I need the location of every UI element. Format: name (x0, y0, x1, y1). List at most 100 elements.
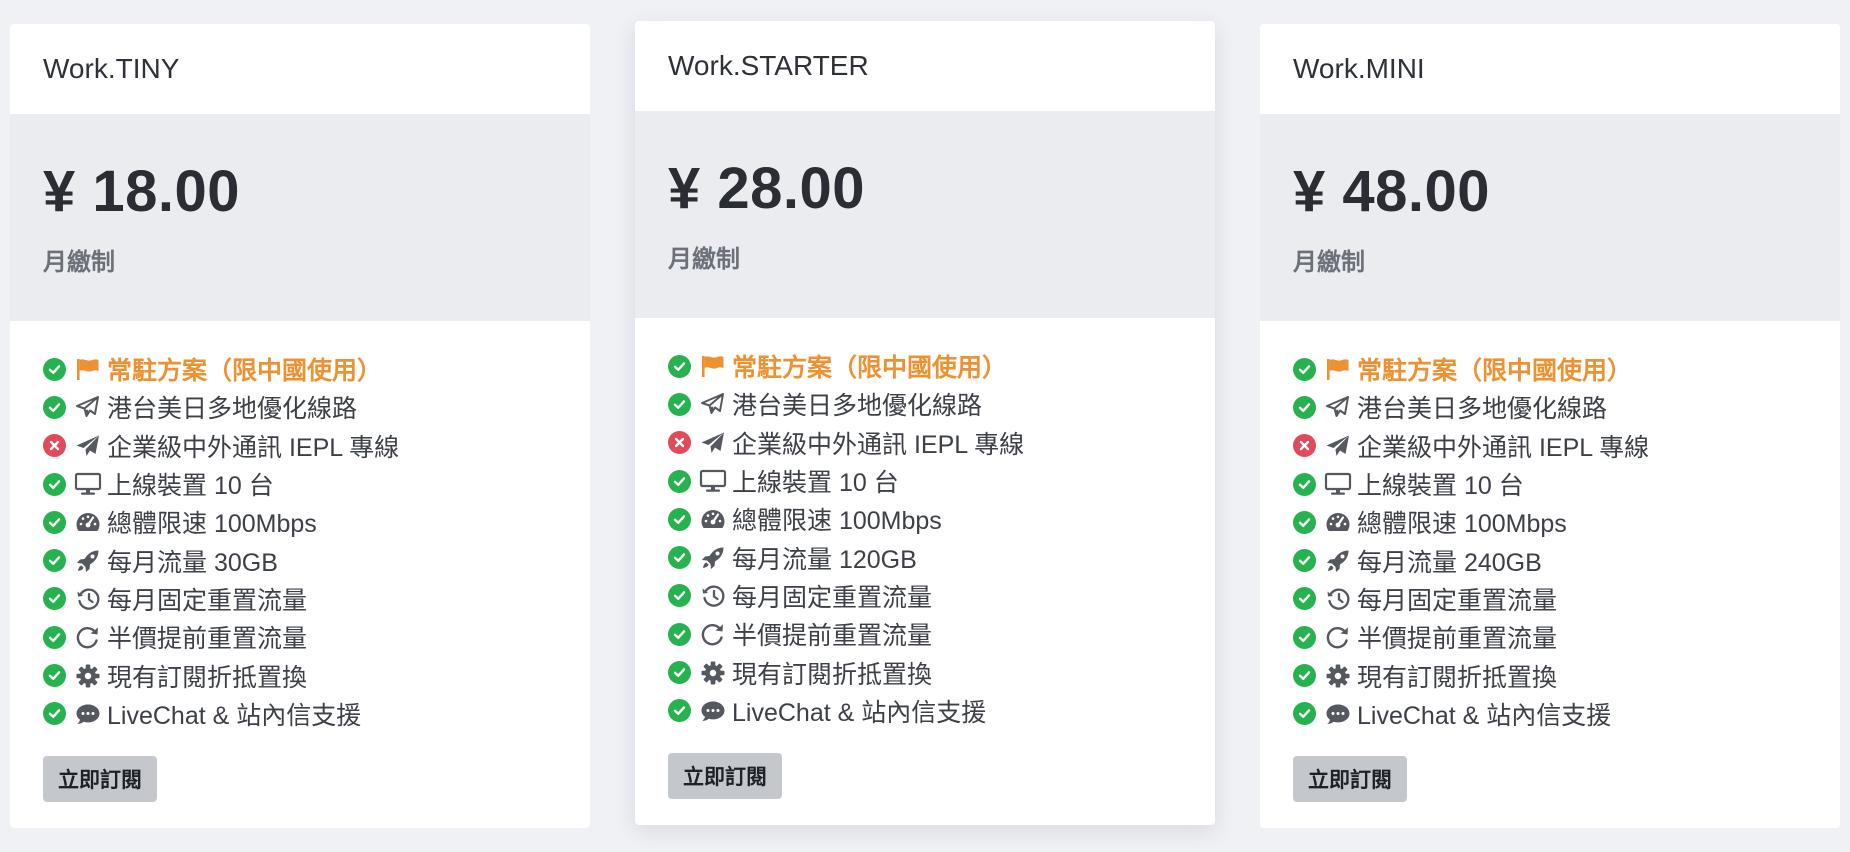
check-circle-icon (1293, 357, 1316, 381)
check-circle-icon (1293, 664, 1316, 688)
feature-item: 企業級中外通訊 IEPL 專線 (43, 427, 590, 465)
check-circle-icon (668, 622, 691, 646)
billing-period: 月繳制 (668, 246, 740, 273)
feature-item: 總體限速 100Mbps (43, 503, 590, 541)
rocket-icon (74, 547, 102, 575)
check-circle-icon (1293, 472, 1316, 496)
chat-icon (699, 697, 727, 725)
subscribe-button[interactable]: 立即訂閱 (1293, 756, 1407, 802)
chat-icon (1324, 700, 1352, 728)
billing-period: 月繳制 (1293, 249, 1365, 276)
price-band: ¥ 28.00 月繳制 (635, 111, 1215, 318)
check-circle-icon (43, 357, 66, 381)
feature-label: 總體限速 100Mbps (1357, 510, 1567, 539)
redo-icon (699, 620, 727, 648)
price-band: ¥ 48.00 月繳制 (1260, 114, 1840, 321)
feature-item: 每月固定重置流量 (668, 577, 1215, 615)
feature-label: 企業級中外通訊 IEPL 專線 (107, 433, 400, 462)
feature-item: 現有訂閱折抵置換 (43, 656, 590, 694)
check-circle-icon (43, 510, 66, 534)
plan-name: Work.TINY (10, 24, 590, 114)
rocket-icon (699, 544, 727, 572)
feature-item: 常駐方案（限中國使用） (43, 350, 590, 388)
feature-label: 現有訂閱折抵置換 (107, 663, 308, 692)
feature-label: 總體限速 100Mbps (107, 510, 317, 539)
redo-icon (1324, 623, 1352, 651)
subscribe-button[interactable]: 立即訂閱 (668, 753, 782, 799)
feature-label: 企業級中外通訊 IEPL 專線 (1357, 433, 1650, 462)
redo-icon (74, 623, 102, 651)
feature-item: 港台美日多地優化線路 (668, 385, 1215, 423)
check-circle-icon (1293, 625, 1316, 649)
gear-icon (1324, 662, 1352, 690)
x-circle-icon (43, 434, 66, 458)
feature-label: 每月流量 240GB (1357, 548, 1542, 577)
feature-label: LiveChat & 站內信支援 (1357, 701, 1612, 730)
feature-label: 上線裝置 10 台 (107, 472, 274, 501)
feature-label: 每月流量 120GB (732, 545, 917, 574)
feature-item: 總體限速 100Mbps (1293, 503, 1840, 541)
flag-icon (74, 355, 102, 383)
check-circle-icon (668, 469, 691, 493)
check-circle-icon (43, 549, 66, 573)
feature-label: 每月固定重置流量 (1357, 586, 1558, 615)
feature-item: 港台美日多地優化線路 (1293, 388, 1840, 426)
feature-item: 企業級中外通訊 IEPL 專線 (668, 424, 1215, 462)
feature-item: 半價提前重置流量 (43, 618, 590, 656)
feature-item: 港台美日多地優化線路 (43, 388, 590, 426)
speedometer-icon (74, 508, 102, 536)
feature-label: 半價提前重置流量 (1357, 625, 1558, 654)
paper-plane-icon (74, 432, 102, 460)
feature-item: 上線裝置 10 台 (668, 462, 1215, 500)
monitor-icon (74, 470, 102, 498)
feature-item: 現有訂閱折抵置換 (668, 653, 1215, 691)
x-circle-icon (668, 431, 691, 455)
paper-plane-outline-icon (1324, 393, 1352, 421)
feature-label: LiveChat & 站內信支援 (107, 701, 362, 730)
gear-icon (74, 662, 102, 690)
paper-plane-icon (1324, 432, 1352, 460)
check-circle-icon (1293, 510, 1316, 534)
plan-price: ¥ 48.00 (1293, 159, 1491, 224)
check-circle-icon (668, 392, 691, 416)
check-circle-icon (43, 395, 66, 419)
price-band: ¥ 18.00 月繳制 (10, 114, 590, 321)
rocket-icon (1324, 547, 1352, 575)
check-circle-icon (1293, 702, 1316, 726)
feature-list: 常駐方案（限中國使用） 港台美日多地優化線路企業級中外通訊 IEPL 專線 上線裝置… (10, 321, 590, 733)
plan-card-starter: Work.STARTER ¥ 28.00 月繳制 常駐方案（限中國使用） 港台美日… (635, 21, 1215, 825)
check-circle-icon (668, 584, 691, 608)
feature-label: 港台美日多地優化線路 (107, 395, 358, 424)
flag-icon (699, 352, 727, 380)
feature-label: 企業級中外通訊 IEPL 專線 (732, 430, 1025, 459)
feature-item: 每月流量 30GB (43, 541, 590, 579)
check-circle-icon (1293, 395, 1316, 419)
plan-card-mini: Work.MINI ¥ 48.00 月繳制 常駐方案（限中國使用） 港台美日多地優… (1260, 24, 1840, 828)
feature-item: 現有訂閱折抵置換 (1293, 656, 1840, 694)
feature-item: LiveChat & 站內信支援 (43, 695, 590, 733)
feature-label: 半價提前重置流量 (107, 625, 308, 654)
check-circle-icon (668, 699, 691, 723)
feature-label: 港台美日多地優化線路 (732, 392, 983, 421)
check-circle-icon (668, 507, 691, 531)
monitor-icon (1324, 470, 1352, 498)
feature-item: 每月流量 240GB (1293, 541, 1840, 579)
feature-label: 半價提前重置流量 (732, 622, 933, 651)
x-circle-icon (1293, 434, 1316, 458)
feature-label: 現有訂閱折抵置換 (1357, 663, 1558, 692)
speedometer-icon (1324, 508, 1352, 536)
feature-label: 每月流量 30GB (107, 548, 278, 577)
check-circle-icon (43, 472, 66, 496)
billing-period: 月繳制 (43, 249, 115, 276)
check-circle-icon (43, 625, 66, 649)
check-circle-icon (43, 702, 66, 726)
flag-icon (1324, 355, 1352, 383)
feature-item: 上線裝置 10 台 (1293, 465, 1840, 503)
feature-label: 上線裝置 10 台 (732, 469, 899, 498)
feature-label: 現有訂閱折抵置換 (732, 660, 933, 689)
check-circle-icon (1293, 587, 1316, 611)
check-circle-icon (668, 546, 691, 570)
subscribe-button[interactable]: 立即訂閱 (43, 756, 157, 802)
feature-item: LiveChat & 站內信支援 (668, 692, 1215, 730)
feature-item: 常駐方案（限中國使用） (668, 347, 1215, 385)
